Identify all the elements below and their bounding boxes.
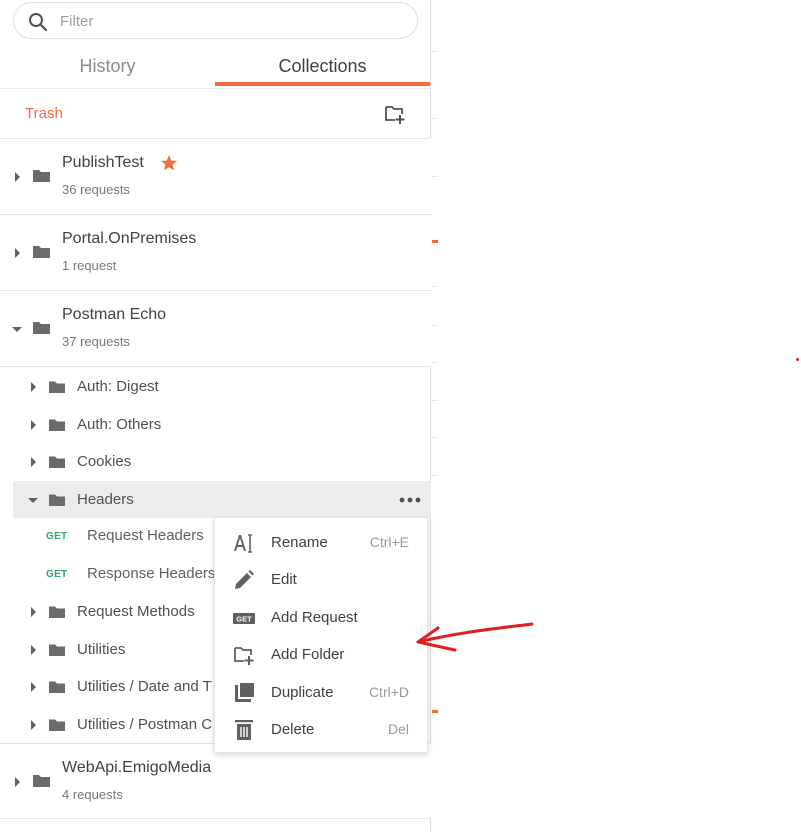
divider <box>432 400 438 401</box>
menu-item-shortcut: Ctrl+E <box>369 534 409 550</box>
caret-right-icon[interactable] <box>28 419 38 431</box>
caret-right-icon[interactable] <box>28 381 38 393</box>
get-request-icon: GET <box>233 613 255 624</box>
menu-item-label: Rename <box>271 534 328 551</box>
menu-item-label: Add Request <box>271 609 358 626</box>
folder-item-active[interactable]: Headers <box>13 481 431 518</box>
divider <box>432 51 438 52</box>
request-label: Response Headers <box>87 565 216 582</box>
folder-icon <box>49 606 65 618</box>
collection-name: PublishTest <box>62 154 144 171</box>
search-box[interactable] <box>13 2 418 39</box>
tab-history[interactable]: History <box>0 44 215 88</box>
menu-item-add-request[interactable]: GET Add Request <box>215 599 427 636</box>
trash-link[interactable]: Trash <box>25 105 63 122</box>
pencil-icon <box>235 570 254 589</box>
divider <box>432 437 438 438</box>
collection-item[interactable]: WebApi.EmigoMedia 4 requests <box>0 743 431 819</box>
menu-item-shortcut: Ctrl+D <box>368 684 409 700</box>
folder-label: Cookies <box>77 453 132 470</box>
tab-accent-mark <box>432 710 438 713</box>
tab-accent-mark <box>432 240 438 243</box>
menu-item-duplicate[interactable]: Duplicate Ctrl+D <box>215 674 427 711</box>
folder-icon <box>49 681 65 693</box>
folder-icon <box>49 494 65 506</box>
collection-item[interactable]: Portal.OnPremises 1 request <box>0 215 431 291</box>
collection-name: Postman Echo <box>62 306 167 323</box>
folder-icon <box>33 246 50 258</box>
caret-right-icon[interactable] <box>12 776 22 788</box>
active-tab-indicator <box>215 82 430 86</box>
caret-right-icon[interactable] <box>28 644 38 656</box>
main-content-area <box>432 0 801 832</box>
folder-icon <box>49 644 65 656</box>
folder-icon <box>33 322 50 334</box>
search-input[interactable] <box>60 10 400 32</box>
caret-right-icon[interactable] <box>28 606 38 618</box>
folder-label: Auth: Others <box>77 416 162 433</box>
folder-icon <box>33 775 50 787</box>
caret-down-icon[interactable] <box>12 323 22 335</box>
folder-icon <box>49 719 65 731</box>
collection-name: Portal.OnPremises <box>62 230 197 247</box>
collection-name: WebApi.EmigoMedia <box>62 759 212 776</box>
folder-label: Utilities / Postman C <box>77 716 213 733</box>
search-icon <box>29 13 48 32</box>
folder-label: Utilities <box>77 641 126 658</box>
divider <box>432 475 438 476</box>
divider <box>432 362 438 363</box>
collections-toolbar: Trash <box>0 88 431 139</box>
divider <box>432 118 438 119</box>
folder-icon <box>49 456 65 468</box>
collection-item[interactable]: Postman Echo 37 requests <box>0 291 431 367</box>
menu-item-label: Edit <box>271 571 297 588</box>
request-method-badge: GET <box>46 531 68 542</box>
svg-text:GET: GET <box>236 614 252 623</box>
folder-label: Request Methods <box>77 603 195 620</box>
collection-item[interactable]: PublishTest 36 requests <box>0 139 431 215</box>
menu-item-shortcut: Del <box>387 721 409 737</box>
caret-right-icon[interactable] <box>12 171 22 183</box>
menu-item-delete[interactable]: Delete Del <box>215 711 427 748</box>
request-method-badge: GET <box>46 569 68 580</box>
collection-request-count: 36 requests <box>62 182 130 197</box>
menu-item-label: Add Folder <box>271 646 345 663</box>
folder-item[interactable]: Auth: Others <box>13 406 431 443</box>
more-options-icon[interactable] <box>399 497 421 503</box>
folder-label: Utilities / Date and T <box>77 678 212 695</box>
folder-label: Headers <box>77 491 134 508</box>
collection-request-count: 4 requests <box>62 787 123 802</box>
menu-item-edit[interactable]: Edit <box>215 561 427 598</box>
annotation-arrow-icon <box>416 622 534 652</box>
divider <box>432 286 438 287</box>
collection-request-count: 37 requests <box>62 334 130 349</box>
collection-request-count: 1 request <box>62 258 117 273</box>
caret-right-icon[interactable] <box>12 247 22 259</box>
folder-icon <box>49 381 65 393</box>
duplicate-icon <box>235 683 254 702</box>
request-label: Request Headers <box>87 527 204 544</box>
menu-item-label: Delete <box>271 721 315 738</box>
caret-right-icon[interactable] <box>28 719 38 731</box>
folder-icon <box>49 419 65 431</box>
caret-down-icon[interactable] <box>28 494 38 506</box>
folder-item[interactable]: Auth: Digest <box>13 368 431 405</box>
folder-icon <box>33 170 50 182</box>
divider <box>432 325 438 326</box>
trash-icon <box>235 720 253 740</box>
folder-label: Auth: Digest <box>77 378 159 395</box>
folder-item[interactable]: Cookies <box>13 443 431 480</box>
menu-item-label: Duplicate <box>271 684 334 701</box>
menu-item-add-folder[interactable]: Add Folder <box>215 636 427 673</box>
menu-item-rename[interactable]: Rename Ctrl+E <box>215 524 427 561</box>
rename-icon <box>234 534 252 553</box>
caret-right-icon[interactable] <box>28 456 38 468</box>
favorite-star-icon[interactable] <box>160 154 178 172</box>
divider <box>432 176 438 177</box>
caret-right-icon[interactable] <box>28 681 38 693</box>
context-menu: Rename Ctrl+E Edit GET Add Request Add F… <box>214 517 428 753</box>
new-collection-icon[interactable] <box>384 103 406 125</box>
add-folder-icon <box>234 647 254 665</box>
annotation-dot <box>796 358 799 361</box>
